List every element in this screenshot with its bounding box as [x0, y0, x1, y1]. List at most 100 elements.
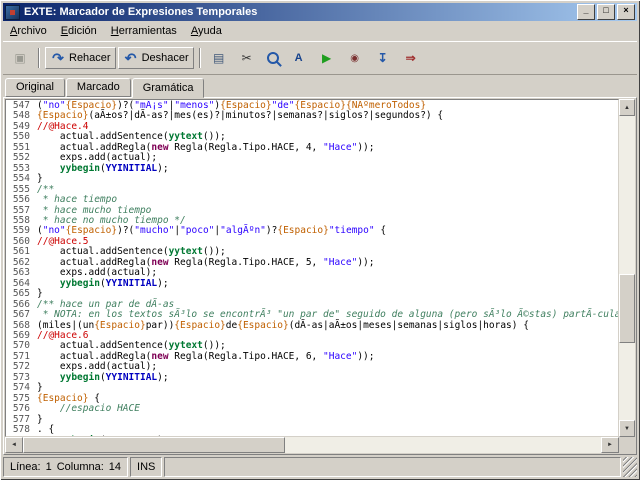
- menu-item-herramientas[interactable]: Herramientas: [104, 23, 184, 39]
- code-token: //@Hace.5: [37, 236, 88, 247]
- scroll-up-button[interactable]: ▲: [619, 99, 635, 116]
- code-text: (miles|(un{Espacio}par)){Espacio}de{Espa…: [37, 321, 529, 331]
- toolbar-separator: [199, 48, 201, 68]
- code-token: exps.add(actual);: [37, 152, 157, 163]
- code-line[interactable]: 568(miles|(un{Espacio}par)){Espacio}de{E…: [6, 321, 618, 331]
- code-token: yytext: [169, 131, 203, 142]
- code-token: YYINITIAL: [106, 278, 157, 289]
- horizontal-scroll-track[interactable]: [23, 437, 601, 453]
- code-token: Regla(Regla.Tipo.HACE, 5,: [169, 257, 323, 268]
- window-controls: _□×: [577, 4, 635, 20]
- code-token: "no": [43, 225, 66, 236]
- code-line[interactable]: 554}: [6, 174, 618, 184]
- code-token: de: [226, 320, 237, 331]
- horizontal-scroll-thumb[interactable]: [23, 437, 285, 453]
- window-title: EXTE: Marcador de Expresiones Temporales: [24, 6, 577, 18]
- code-text: yybegin(YYINITIAL);: [37, 164, 169, 174]
- code-token: new: [151, 257, 168, 268]
- scroll-right-button[interactable]: ►: [601, 437, 619, 453]
- code-token: YYINITIAL: [106, 163, 157, 174]
- code-token: {Espacio}: [220, 100, 271, 111]
- code-token: }: [37, 414, 43, 425]
- export-button[interactable]: ↧: [370, 47, 396, 69]
- code-token: /** hace un par de dÃ-as: [37, 299, 174, 310]
- code-line[interactable]: 548{Espacio}(aÃ±os?|dÃ-as?|mes(es)?|minu…: [6, 111, 618, 121]
- vertical-scroll-thumb[interactable]: [619, 274, 635, 343]
- code-token: ));: [357, 351, 374, 362]
- run-button[interactable]: ▶: [314, 47, 340, 69]
- code-editor[interactable]: 547("no"{Espacio})?("mÃ¡s"|"menos"){Espa…: [5, 99, 619, 437]
- tab-marcado[interactable]: Marcado: [66, 78, 131, 97]
- resize-grip[interactable]: [623, 457, 637, 477]
- code-token: yytext: [169, 246, 203, 257]
- scroll-down-button[interactable]: ▼: [619, 420, 635, 437]
- code-token: {NÃºmeroTodos}: [346, 100, 426, 111]
- cut-button[interactable]: ✂: [234, 47, 260, 69]
- code-token: ());: [203, 131, 226, 142]
- line-column-indicator: Línea: 1 Columna: 14: [3, 457, 128, 477]
- undo-button[interactable]: ↶Deshacer: [118, 47, 194, 69]
- exit-button[interactable]: ⇒: [398, 47, 424, 69]
- code-token: {Espacio}: [174, 320, 225, 331]
- vertical-scrollbar[interactable]: ▲ ▼: [619, 99, 635, 437]
- code-token: "Hace": [323, 257, 357, 268]
- app-window: { "window": { "title": "EXTE: Marcador d…: [0, 0, 640, 480]
- code-token: exps.add(actual);: [37, 267, 157, 278]
- code-token: {Espacio}: [237, 320, 288, 331]
- code-token: "Hace": [323, 142, 357, 153]
- code-token: )?(: [117, 100, 134, 111]
- code-text: yybegin(YYINITIAL);: [37, 279, 169, 289]
- code-line[interactable]: 559("no"{Espacio})?("mucho"|"poco"|"algÃ…: [6, 226, 618, 236]
- tab-bar: OriginalMarcadoGramática: [3, 75, 637, 97]
- scroll-left-button[interactable]: ◄: [5, 437, 23, 453]
- code-token: yybegin: [60, 163, 100, 174]
- line-number: 556: [6, 195, 37, 205]
- menu-item-ayuda[interactable]: Ayuda: [184, 23, 229, 39]
- code-line[interactable]: 553 yybegin(YYINITIAL);: [6, 164, 618, 174]
- find-text-icon: A: [291, 50, 307, 66]
- code-line[interactable]: 573 yybegin(YYINITIAL);: [6, 373, 618, 383]
- tab-original[interactable]: Original: [5, 78, 65, 97]
- copy-button[interactable]: ▤: [206, 47, 232, 69]
- find-text-button[interactable]: A: [286, 47, 312, 69]
- vertical-scroll-track[interactable]: [619, 116, 635, 420]
- code-token: "mÃ¡s": [134, 100, 168, 111]
- menu-bar: ArchivoEdiciónHerramientasAyuda: [3, 21, 637, 41]
- code-token: {: [375, 225, 386, 236]
- code-token: [37, 278, 60, 289]
- code-line[interactable]: 564 yybegin(YYINITIAL);: [6, 279, 618, 289]
- code-token: "poco": [180, 225, 214, 236]
- view-button[interactable]: ◉: [342, 47, 368, 69]
- code-token: Regla(Regla.Tipo.HACE, 6,: [169, 351, 323, 362]
- code-token: par)): [146, 320, 175, 331]
- code-token: ));: [357, 142, 374, 153]
- menu-item-edición[interactable]: Edición: [54, 23, 104, 39]
- menu-item-archivo[interactable]: Archivo: [3, 23, 54, 39]
- tab-gramática[interactable]: Gramática: [132, 78, 205, 98]
- horizontal-scrollbar[interactable]: ◄ ►: [5, 437, 619, 453]
- eye-icon: ◉: [347, 50, 363, 66]
- app-icon[interactable]: [5, 5, 20, 20]
- code-token: )?(: [117, 225, 134, 236]
- code-token: //@Hace.6: [37, 330, 88, 341]
- insert-mode-indicator: INS: [130, 457, 162, 477]
- code-token: actual.addRegla(: [37, 351, 151, 362]
- redo-button[interactable]: ↷Rehacer: [45, 47, 116, 69]
- redo-icon: ↷: [50, 50, 66, 66]
- search-button[interactable]: [262, 47, 284, 69]
- code-token: )?: [266, 225, 277, 236]
- scrollbar-corner: [619, 437, 635, 453]
- code-token: "algÃºn": [220, 225, 266, 236]
- window-maximize-button[interactable]: □: [597, 4, 615, 20]
- code-token: * hace mucho tiempo: [37, 205, 151, 216]
- code-token: {Espacio}: [66, 100, 117, 111]
- code-line[interactable]: 577}: [6, 415, 618, 425]
- code-token: yybegin: [60, 372, 100, 383]
- window-close-button[interactable]: ×: [617, 4, 635, 20]
- title-bar[interactable]: EXTE: Marcador de Expresiones Temporales…: [3, 3, 637, 21]
- code-token: );: [157, 163, 168, 174]
- code-body: 547("no"{Espacio})?("mÃ¡s"|"menos"){Espa…: [6, 100, 618, 437]
- window-minimize-button[interactable]: _: [577, 4, 595, 20]
- code-token: (dÃ-as|aÃ±os|meses|semanas|siglos|horas)…: [289, 320, 529, 331]
- code-line[interactable]: 576 //espacio HACE: [6, 404, 618, 414]
